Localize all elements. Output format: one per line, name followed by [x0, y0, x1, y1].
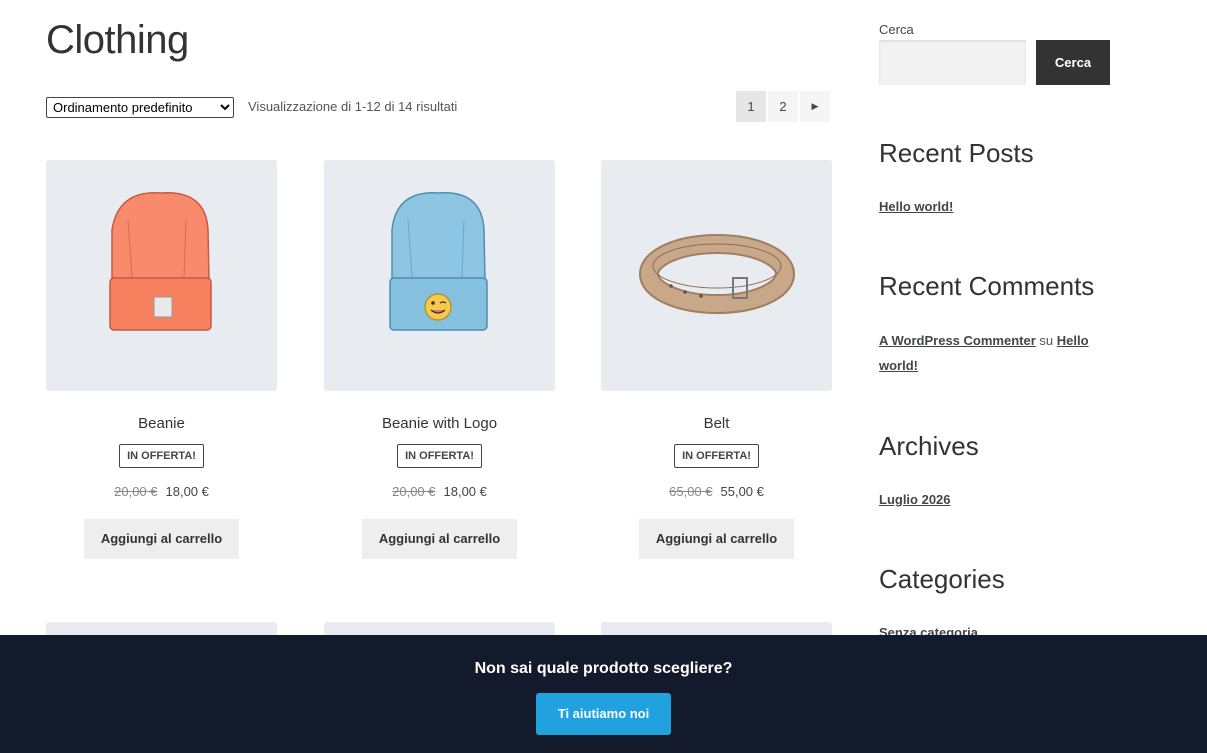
page-2-button[interactable]: 2: [768, 91, 798, 122]
archive-link[interactable]: Luglio 2026: [879, 492, 951, 507]
page-title: Clothing: [46, 18, 189, 62]
leather-belt-icon: [639, 234, 795, 314]
pagination: 1 2 ▶: [736, 91, 830, 122]
next-page-button[interactable]: ▶: [800, 91, 830, 122]
cta-bar: Non sai quale prodotto scegliere? Ti aiu…: [0, 635, 1207, 753]
page-1-button[interactable]: 1: [736, 91, 766, 122]
recent-posts-list: Hello world!: [879, 194, 1099, 219]
product-price: 20,00 € 18,00 €: [46, 482, 277, 502]
comment-connector: su: [1039, 333, 1054, 348]
result-count: Visualizzazione di 1-12 di 14 risultati: [248, 99, 458, 114]
old-price: 65,00 €: [669, 484, 713, 499]
blue-beanie-icon: [389, 192, 488, 331]
old-price: 20,00 €: [392, 484, 436, 499]
orange-beanie-icon: [109, 192, 212, 331]
sort-select[interactable]: Ordinamento predefinito: [46, 97, 234, 118]
product-image-belt[interactable]: [601, 160, 832, 391]
product-name[interactable]: Belt: [601, 414, 832, 434]
triangle-right-icon: ▶: [811, 101, 819, 111]
product-name[interactable]: Beanie: [46, 414, 277, 434]
product-card-beanie-with-logo: Beanie with Logo IN OFFERTA! 20,00 € 18,0…: [324, 160, 555, 559]
recent-posts-title: Recent Posts: [879, 138, 1034, 168]
product-card-belt: Belt IN OFFERTA! 65,00 € 55,00 € Aggiungi…: [601, 160, 832, 559]
product-price: 65,00 € 55,00 €: [601, 482, 832, 502]
add-to-cart-button[interactable]: Aggiungi al carrello: [639, 519, 794, 559]
cta-text: Non sai quale prodotto scegliere?: [474, 660, 733, 677]
cta-button[interactable]: Ti aiutiamo noi: [535, 693, 672, 735]
old-price: 20,00 €: [114, 484, 158, 499]
add-to-cart-button[interactable]: Aggiungi al carrello: [362, 519, 517, 559]
sale-price: 18,00 €: [443, 484, 487, 499]
add-to-cart-button[interactable]: Aggiungi al carrello: [84, 519, 239, 559]
sale-badge: IN OFFERTA!: [397, 444, 482, 468]
search-label: Cerca: [879, 22, 914, 37]
product-price: 20,00 € 18,00 €: [324, 482, 555, 502]
product-image-beanie[interactable]: [46, 160, 277, 391]
sale-price: 18,00 €: [165, 484, 209, 499]
product-card-beanie: Beanie IN OFFERTA! 20,00 € 18,00 € Aggiun…: [46, 160, 277, 559]
archives-list: Luglio 2026: [879, 487, 1099, 512]
archives-title: Archives: [879, 431, 979, 461]
comment-author-link[interactable]: A WordPress Commenter: [879, 333, 1036, 348]
sale-price: 55,00 €: [720, 484, 764, 499]
product-name[interactable]: Beanie with Logo: [324, 414, 555, 434]
categories-title: Categories: [879, 564, 1005, 594]
search-button[interactable]: Cerca: [1036, 40, 1110, 85]
recent-comments-title: Recent Comments: [879, 271, 1095, 301]
search-input[interactable]: [879, 40, 1026, 85]
sale-badge: IN OFFERTA!: [119, 444, 204, 468]
sale-badge: IN OFFERTA!: [674, 444, 759, 468]
recent-comment-item: A WordPress Commenter su Hello world!: [879, 328, 1099, 378]
product-image-beanie-with-logo[interactable]: [324, 160, 555, 391]
recent-post-link[interactable]: Hello world!: [879, 199, 953, 214]
